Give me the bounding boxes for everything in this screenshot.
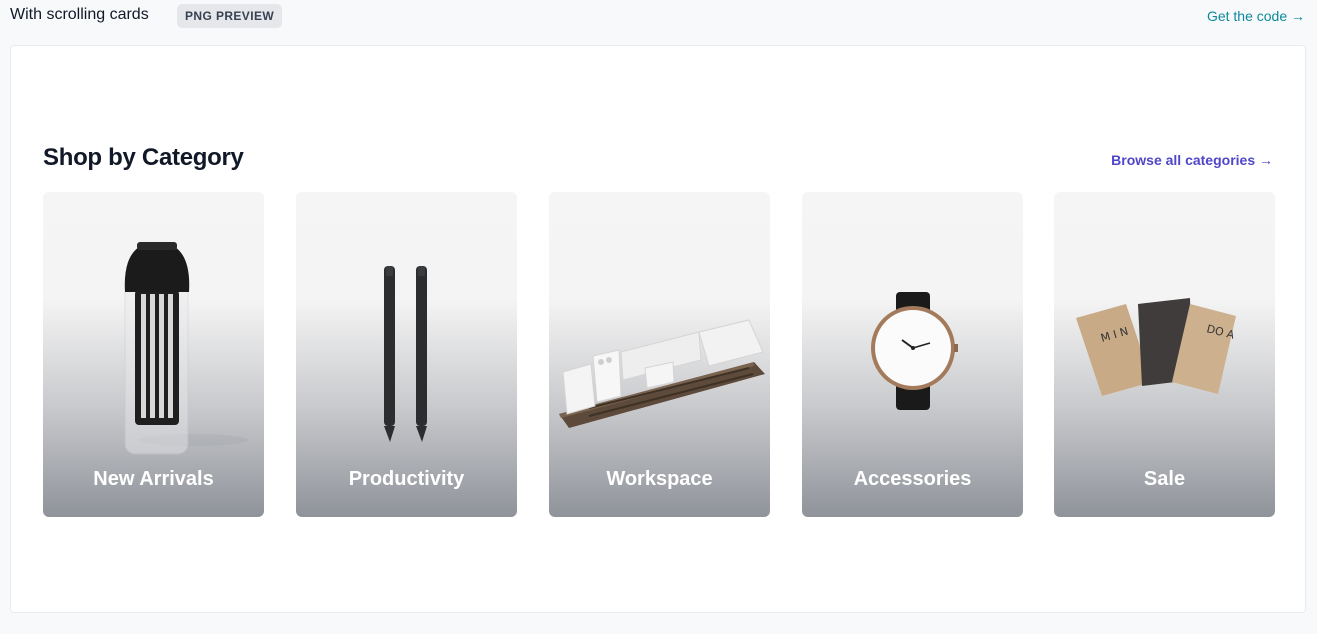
category-label: Accessories	[853, 468, 972, 490]
category-card-productivity[interactable]: Productivity	[296, 192, 517, 517]
preview-header: With scrolling cards PNG PREVIEW Get the…	[0, 0, 1317, 34]
preview-title: With scrolling cards	[10, 6, 149, 23]
category-label: New Arrivals	[93, 468, 214, 490]
png-preview-badge: PNG PREVIEW	[177, 4, 283, 28]
section-title: Shop by Category	[43, 144, 244, 171]
category-card-new-arrivals[interactable]: New Arrivals	[43, 192, 264, 517]
preview-panel: Shop by Category Browse all categories →…	[10, 45, 1306, 613]
category-card-sale[interactable]: M I N DO A Sale	[1054, 192, 1275, 517]
category-label: Sale	[1143, 468, 1186, 490]
category-label: Productivity	[348, 468, 465, 490]
category-card-accessories[interactable]: Accessories	[802, 192, 1023, 517]
category-label: Workspace	[606, 468, 713, 490]
get-the-code-link[interactable]: Get the code →	[1207, 8, 1305, 24]
category-card-workspace[interactable]: Workspace	[549, 192, 770, 517]
browse-all-categories-link[interactable]: Browse all categories →	[1111, 152, 1273, 168]
